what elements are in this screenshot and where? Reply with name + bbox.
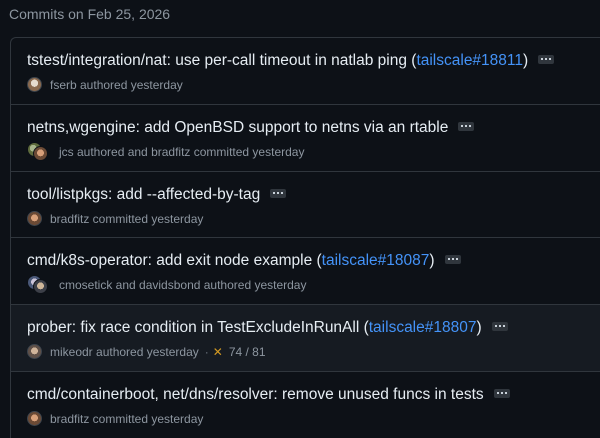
- author-avatars: [27, 275, 49, 294]
- expand-message-button[interactable]: [493, 388, 510, 398]
- commit-meta-text: bradfitz committed yesterday: [50, 211, 204, 226]
- commit-meta-text: jcs authored and bradfitz committed yest…: [59, 144, 305, 159]
- pr-link[interactable]: tailscale#18087: [322, 252, 430, 270]
- author-avatars: [27, 142, 49, 161]
- pr-link[interactable]: tailscale#18807: [369, 319, 477, 337]
- commit-message-suffix: ): [476, 319, 482, 336]
- author-avatar[interactable]: [27, 77, 42, 92]
- commit-row: prober: fix race condition in TestExclud…: [11, 305, 600, 372]
- commit-row: tstest/integration/nat: use per-call tim…: [11, 38, 600, 105]
- checks-count[interactable]: 74 / 81: [229, 345, 266, 359]
- check-status-icon[interactable]: ✕: [213, 345, 223, 359]
- commit-row: netns,wgengine: add OpenBSD support to n…: [11, 105, 600, 172]
- commit-meta-text: mikeodr authored yesterday: [50, 344, 199, 359]
- commit-message[interactable]: cmd/k8s-operator: add exit node example …: [27, 252, 461, 270]
- commit-message-text[interactable]: tool/listpkgs: add --affected-by-tag: [27, 186, 260, 204]
- committer-avatar[interactable]: [33, 146, 48, 161]
- commit-meta-text: fserb authored yesterday: [50, 77, 183, 92]
- commit-row: cmd/k8s-operator: add exit node example …: [11, 238, 600, 305]
- date-header: Commits on Feb 25, 2026: [9, 6, 170, 22]
- commit-meta: cmosetick and davidsbond authored yester…: [27, 275, 307, 294]
- author-avatar[interactable]: [27, 211, 42, 226]
- commit-meta-text: bradfitz committed yesterday: [50, 411, 204, 426]
- commit-message-text[interactable]: cmd/containerboot, net/dns/resolver: rem…: [27, 386, 484, 404]
- commit-row: tool/listpkgs: add --affected-by-tag bra…: [11, 172, 600, 238]
- commit-row: cmd/containerboot, net/dns/resolver: rem…: [11, 372, 600, 438]
- commit-meta: fserb authored yesterday: [27, 77, 183, 92]
- author-avatar[interactable]: [27, 411, 42, 426]
- commit-message-text[interactable]: netns,wgengine: add OpenBSD support to n…: [27, 119, 448, 137]
- expand-message-button[interactable]: [491, 321, 508, 331]
- commit-message[interactable]: netns,wgengine: add OpenBSD support to n…: [27, 119, 475, 137]
- commit-list: tstest/integration/nat: use per-call tim…: [10, 37, 600, 438]
- commit-message[interactable]: prober: fix race condition in TestExclud…: [27, 319, 508, 337]
- date-header-label: Commits on Feb 25, 2026: [9, 6, 171, 22]
- commit-meta-text: cmosetick and davidsbond authored yester…: [59, 277, 307, 292]
- commit-message[interactable]: tstest/integration/nat: use per-call tim…: [27, 52, 555, 70]
- expand-message-button[interactable]: [270, 188, 287, 198]
- commit-message-text[interactable]: cmd/k8s-operator: add exit node example …: [27, 252, 322, 270]
- expand-message-button[interactable]: [458, 121, 475, 131]
- commit-meta: bradfitz committed yesterday: [27, 211, 203, 226]
- commit-meta: jcs authored and bradfitz committed yest…: [27, 142, 305, 161]
- commit-meta: bradfitz committed yesterday: [27, 411, 203, 426]
- commit-message-suffix: ): [429, 252, 435, 269]
- commit-meta: mikeodr authored yesterday · ✕ 74 / 81: [27, 344, 266, 359]
- pr-link[interactable]: tailscale#18811: [416, 52, 523, 70]
- meta-separator: ·: [204, 344, 209, 359]
- expand-message-button[interactable]: [538, 54, 555, 64]
- commit-message[interactable]: cmd/containerboot, net/dns/resolver: rem…: [27, 386, 510, 404]
- commit-message[interactable]: tool/listpkgs: add --affected-by-tag: [27, 186, 287, 204]
- commit-message-suffix: ): [523, 52, 529, 69]
- author-avatar[interactable]: [27, 344, 42, 359]
- expand-message-button[interactable]: [444, 254, 461, 264]
- coauthor-avatar[interactable]: [33, 279, 48, 294]
- commit-message-text[interactable]: tstest/integration/nat: use per-call tim…: [27, 52, 416, 70]
- commit-message-text[interactable]: prober: fix race condition in TestExclud…: [27, 319, 369, 337]
